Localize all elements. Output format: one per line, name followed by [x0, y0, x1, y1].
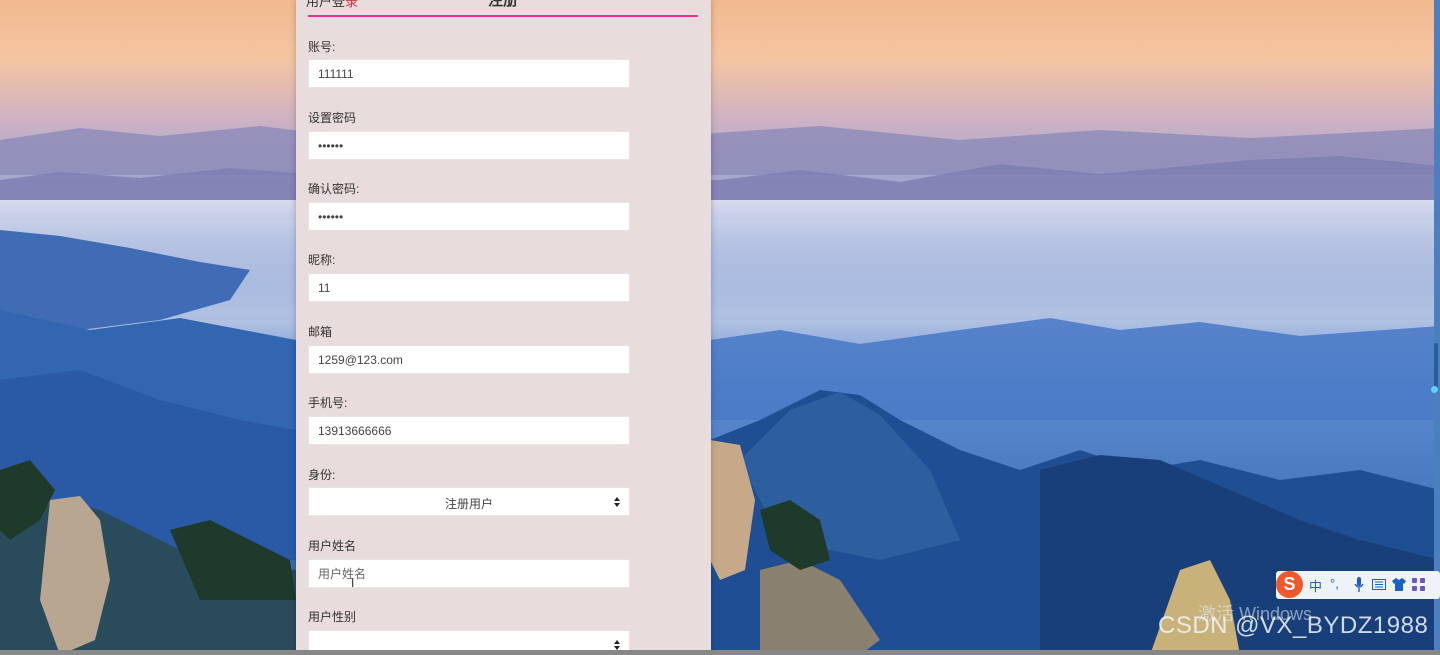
tab-register[interactable]: 注册: [488, 0, 518, 10]
register-panel: 用户登录 注册 账号: 设置密码 确认密码: 昵称: 邮箱 手机号: 身份: 注…: [296, 0, 711, 655]
phone-input[interactable]: [308, 416, 630, 445]
nickname-input[interactable]: [308, 273, 630, 302]
tab-login-label: 用户登: [306, 0, 346, 9]
ime-punctuation-toggle[interactable]: °,: [1330, 576, 1339, 591]
identity-label: 身份:: [308, 468, 336, 482]
phone-label: 手机号:: [308, 396, 348, 410]
tab-login[interactable]: 用户登录: [306, 0, 358, 10]
csdn-watermark: CSDN @VX_BYDZ1988: [1158, 612, 1429, 639]
keyboard-icon[interactable]: [1372, 579, 1386, 590]
tab-bar: 用户登录 注册: [296, 0, 711, 18]
email-label: 邮箱: [308, 325, 333, 339]
password-label: 设置密码: [308, 111, 357, 125]
confirm-password-label: 确认密码:: [308, 182, 360, 196]
confirm-password-input[interactable]: [308, 202, 630, 231]
nickname-label: 昵称:: [308, 253, 336, 267]
account-label: 账号:: [308, 40, 336, 54]
email-input[interactable]: [308, 345, 630, 374]
select-arrows-icon: [614, 497, 620, 507]
ime-toolbar: S 中 °,: [1276, 571, 1440, 599]
real-name-input[interactable]: [308, 559, 630, 588]
tab-login-highlight: 录: [345, 0, 359, 9]
real-name-label: 用户姓名: [308, 539, 357, 553]
page-scrollbar[interactable]: [1434, 0, 1440, 655]
sogou-logo-icon[interactable]: S: [1276, 571, 1303, 598]
skin-icon[interactable]: [1392, 578, 1406, 591]
account-input[interactable]: [308, 59, 630, 88]
identity-select[interactable]: 注册用户: [308, 487, 630, 516]
active-tab-underline: [308, 15, 698, 17]
text-cursor-icon: I: [351, 576, 355, 590]
bottom-edge-bar: [0, 650, 1440, 655]
gender-label: 用户性别: [308, 610, 357, 624]
microphone-icon[interactable]: [1354, 577, 1364, 592]
ime-language-toggle[interactable]: 中: [1309, 576, 1322, 595]
toolbox-icon[interactable]: [1412, 578, 1425, 591]
scroll-indicator-dot: [1431, 386, 1438, 393]
desktop-wallpaper: [0, 0, 1440, 655]
identity-selected-value: 注册用户: [444, 497, 493, 511]
password-input[interactable]: [308, 131, 630, 160]
